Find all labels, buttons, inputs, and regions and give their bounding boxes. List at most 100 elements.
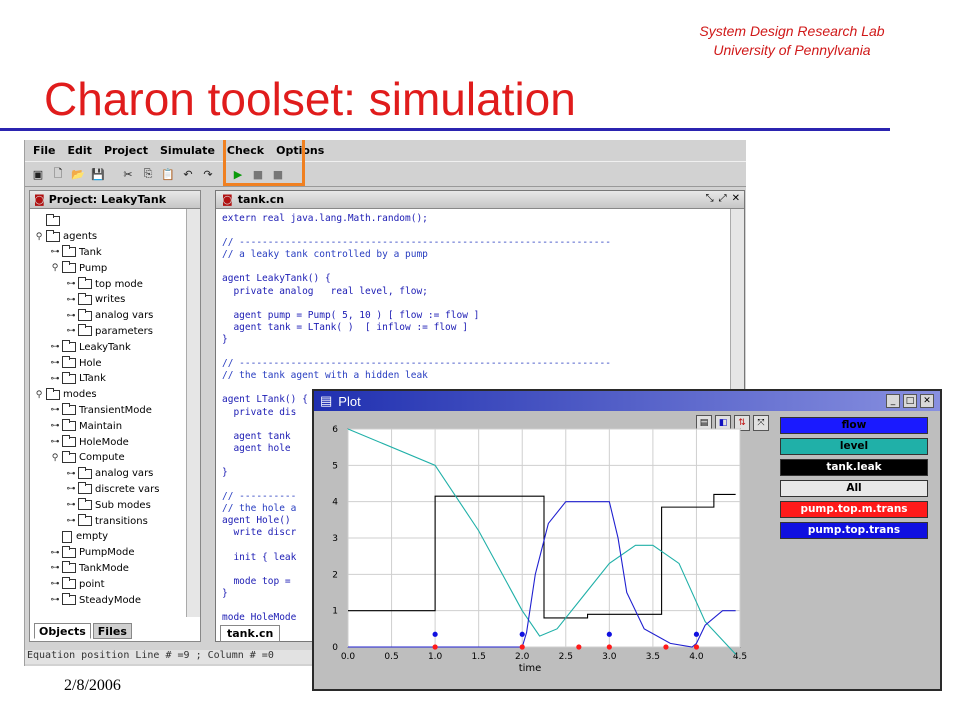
legend-button[interactable]: flow — [780, 417, 928, 434]
expand-toggle-icon[interactable]: ⊶ — [50, 342, 60, 352]
legend-button[interactable]: level — [780, 438, 928, 455]
save-icon[interactable]: 💾 — [89, 165, 107, 183]
tree-item[interactable]: ⊶ analog vars — [30, 308, 187, 324]
project-scrollbar[interactable] — [186, 209, 200, 617]
tree-item[interactable]: ⊶ TransientMode — [30, 403, 187, 419]
tree-item[interactable]: ⚲ agents — [30, 229, 187, 245]
tree-item[interactable]: ⊶ HoleMode — [30, 434, 187, 450]
expand-toggle-icon[interactable]: ⚲ — [50, 453, 60, 463]
paste-icon[interactable]: 📋 — [159, 165, 177, 183]
tree-item[interactable]: ⊶ Maintain — [30, 418, 187, 434]
editor-title: tank.cn — [237, 193, 285, 206]
expand-toggle-icon[interactable]: ⊶ — [50, 358, 60, 368]
tab-objects[interactable]: Objects — [34, 623, 91, 639]
tree-item[interactable]: ⊶ point — [30, 576, 187, 592]
menu-project[interactable]: Project — [104, 144, 148, 157]
stop-simulation-icon[interactable]: ■ — [269, 165, 287, 183]
expand-toggle-icon[interactable]: ⊶ — [50, 437, 60, 447]
expand-toggle-icon[interactable]: ⊶ — [50, 579, 60, 589]
expand-toggle-icon[interactable]: ⊶ — [50, 405, 60, 415]
tree-item[interactable]: ⊶ writes — [30, 292, 187, 308]
menu-simulate[interactable]: Simulate — [160, 144, 215, 157]
folder-icon — [46, 387, 60, 400]
expand-toggle-icon[interactable]: ⊶ — [66, 484, 76, 494]
expand-toggle-icon[interactable]: ⊶ — [50, 374, 60, 384]
lab-affiliation: System Design Research Lab University of… — [642, 22, 942, 60]
new-file-icon[interactable]: 🗋 — [49, 165, 67, 183]
expand-toggle-icon[interactable]: ⊶ — [66, 516, 76, 526]
tree-item[interactable]: ⊶ LTank — [30, 371, 187, 387]
data-point — [663, 644, 669, 650]
close-icon[interactable]: ✕ — [920, 394, 934, 408]
data-point — [606, 644, 612, 650]
folder-icon — [62, 419, 76, 432]
tree-item[interactable]: ⚲ Compute — [30, 450, 187, 466]
code-line: // the tank agent with a hidden leak — [222, 370, 428, 382]
expand-toggle-icon[interactable]: ⚲ — [34, 390, 44, 400]
cut-icon[interactable]: ✂ — [119, 165, 137, 183]
tree-item[interactable]: ⊶ analog vars — [30, 466, 187, 482]
copy-icon[interactable]: ⎘ — [139, 165, 157, 183]
tree-item[interactable]: ⊶ LeakyTank — [30, 339, 187, 355]
expand-toggle-icon[interactable]: ⊶ — [66, 279, 76, 289]
slide-title: Charon toolset: simulation — [44, 73, 576, 125]
expand-toggle-icon[interactable]: ⊶ — [50, 548, 60, 558]
folder-icon — [78, 466, 92, 479]
tree-item-label: Sub modes — [95, 499, 151, 511]
tree-item[interactable]: ⊶ transitions — [30, 513, 187, 529]
tree-item[interactable]: ⚲ modes — [30, 387, 187, 403]
tree-item[interactable]: ⚲ Pump — [30, 260, 187, 276]
tree-item[interactable]: ⊶ parameters — [30, 324, 187, 340]
minimize-icon[interactable]: _ — [886, 394, 900, 408]
menu-options[interactable]: Options — [276, 144, 324, 157]
expand-toggle-icon[interactable]: ⊶ — [66, 326, 76, 336]
tree-item-label: Pump — [79, 262, 108, 274]
tree-item-label: point — [79, 578, 105, 590]
tree-item-label: SteadyMode — [79, 594, 142, 606]
maximize-icon[interactable]: □ — [903, 394, 917, 408]
close-icon[interactable]: ✕ — [732, 193, 740, 204]
tree-item[interactable]: ⊶ PumpMode — [30, 545, 187, 561]
tab-files[interactable]: Files — [92, 623, 132, 639]
legend-button[interactable]: All — [780, 480, 928, 497]
pause-simulation-icon[interactable]: ■ — [249, 165, 267, 183]
tree-item-label: empty — [76, 531, 109, 543]
expand-toggle-icon[interactable]: ⊶ — [50, 595, 60, 605]
expand-toggle-icon[interactable]: ⚲ — [50, 263, 60, 273]
open-folder-icon[interactable]: 📂 — [69, 165, 87, 183]
open-project-icon[interactable]: ▣ — [29, 165, 47, 183]
expand-toggle-icon[interactable]: ⊶ — [66, 295, 76, 305]
menu-edit[interactable]: Edit — [68, 144, 92, 157]
tree-item[interactable]: ⊶ discrete vars — [30, 482, 187, 498]
redo-icon[interactable]: ↷ — [199, 165, 217, 183]
menu-file[interactable]: File — [33, 144, 56, 157]
tree-item[interactable]: ⊶ SteadyMode — [30, 592, 187, 608]
tab-tank-cn[interactable]: tank.cn — [220, 625, 281, 642]
tree-item[interactable] — [30, 213, 187, 229]
tree-item[interactable]: ⊶ TankMode — [30, 561, 187, 577]
shrink-icon[interactable]: ⤡ — [706, 193, 714, 204]
tree-item[interactable]: empty — [30, 529, 187, 545]
tree-item[interactable]: ⊶ top mode — [30, 276, 187, 292]
expand-toggle-icon[interactable]: ⊶ — [50, 421, 60, 431]
expand-toggle-icon[interactable]: ⊶ — [66, 469, 76, 479]
tree-item[interactable]: ⊶ Sub modes — [30, 497, 187, 513]
expand-toggle-icon[interactable]: ⊶ — [66, 311, 76, 321]
legend-button[interactable]: pump.top.trans — [780, 522, 928, 539]
expand-toggle-icon[interactable]: ⚲ — [34, 232, 44, 242]
expand-toggle-icon[interactable]: ⊶ — [50, 563, 60, 573]
tree-item[interactable]: ⊶ Tank — [30, 245, 187, 261]
legend-button[interactable]: pump.top.m.trans — [780, 501, 928, 518]
run-simulation-icon[interactable]: ▶ — [229, 165, 247, 183]
undo-icon[interactable]: ↶ — [179, 165, 197, 183]
folder-icon — [62, 435, 76, 448]
legend-button[interactable]: tank.leak — [780, 459, 928, 476]
y-tick-label: 4 — [332, 498, 338, 508]
tree-item[interactable]: ⊶ Hole — [30, 355, 187, 371]
expand-toggle-icon[interactable]: ⊶ — [66, 500, 76, 510]
expand-toggle-icon[interactable]: ⊶ — [50, 247, 60, 257]
expand-icon[interactable]: ⤢ — [719, 193, 727, 204]
menu-check[interactable]: Check — [227, 144, 264, 157]
